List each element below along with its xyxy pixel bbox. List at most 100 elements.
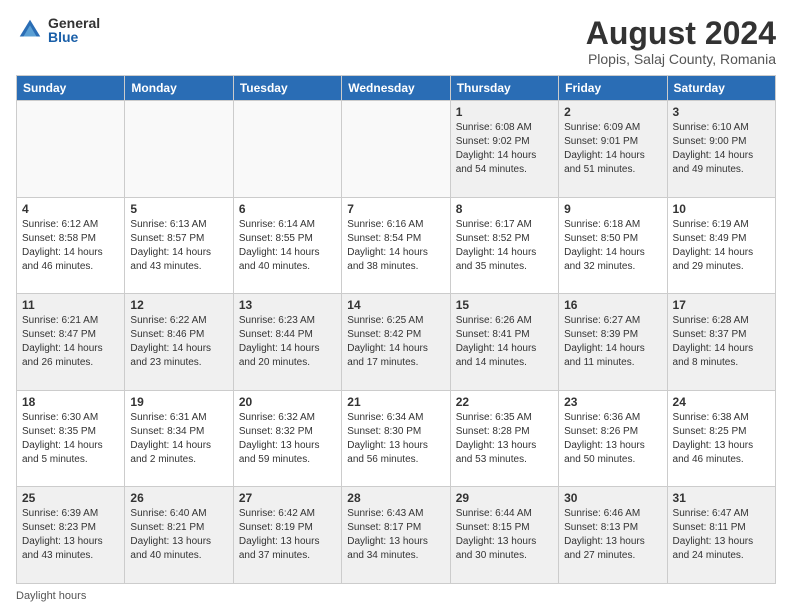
logo-text: General Blue bbox=[48, 16, 100, 44]
day-number: 19 bbox=[130, 395, 227, 409]
calendar-day-cell: 12 Sunrise: 6:22 AMSunset: 8:46 PMDayligh… bbox=[125, 294, 233, 391]
day-info: Sunrise: 6:26 AMSunset: 8:41 PMDaylight:… bbox=[456, 314, 553, 370]
day-info: Sunrise: 6:40 AMSunset: 8:21 PMDaylight:… bbox=[130, 507, 227, 563]
day-number: 22 bbox=[456, 395, 553, 409]
logo: General Blue bbox=[16, 16, 100, 44]
calendar-day-cell: 22Sunrise: 6:35 AMSunset: 8:28 PMDayligh… bbox=[450, 390, 558, 487]
day-number: 14 bbox=[347, 298, 444, 312]
day-info: Sunrise: 6:32 AMSunset: 8:32 PMDaylight:… bbox=[239, 411, 336, 467]
calendar-day-cell: 18 Sunrise: 6:30 AMSunset: 8:35 PMDayligh… bbox=[17, 390, 125, 487]
day-info: Sunrise: 6:42 AMSunset: 8:19 PMDaylight:… bbox=[239, 507, 336, 563]
location: Plopis, Salaj County, Romania bbox=[586, 51, 776, 67]
day-number: 11 bbox=[22, 298, 119, 312]
calendar-day-cell: 9 Sunrise: 6:18 AMSunset: 8:50 PMDaylight… bbox=[559, 197, 667, 294]
calendar-day-cell: 10Sunrise: 6:19 AMSunset: 8:49 PMDayligh… bbox=[667, 197, 775, 294]
day-number: 20 bbox=[239, 395, 336, 409]
day-number: 21 bbox=[347, 395, 444, 409]
month-title: August 2024 bbox=[586, 16, 776, 51]
calendar-day-cell: 17Sunrise: 6:28 AMSunset: 8:37 PMDayligh… bbox=[667, 294, 775, 391]
day-info: Sunrise: 6:30 AMSunset: 8:35 PMDaylight:… bbox=[22, 411, 119, 467]
calendar-day-cell bbox=[17, 101, 125, 198]
calendar: SundayMondayTuesdayWednesdayThursdayFrid… bbox=[16, 75, 776, 584]
calendar-day-cell: 21 Sunrise: 6:34 AMSunset: 8:30 PMDayligh… bbox=[342, 390, 450, 487]
calendar-day-cell: 16Sunrise: 6:27 AMSunset: 8:39 PMDayligh… bbox=[559, 294, 667, 391]
logo-icon bbox=[16, 16, 44, 44]
day-number: 31 bbox=[673, 491, 770, 505]
title-section: August 2024 Plopis, Salaj County, Romani… bbox=[586, 16, 776, 67]
day-info: Sunrise: 6:18 AMSunset: 8:50 PMDaylight:… bbox=[564, 218, 661, 274]
day-number: 12 bbox=[130, 298, 227, 312]
calendar-week-row: 1Sunrise: 6:08 AMSunset: 9:02 PMDaylight… bbox=[17, 101, 776, 198]
day-info: Sunrise: 6:09 AMSunset: 9:01 PMDaylight:… bbox=[564, 121, 661, 177]
day-info: Sunrise: 6:13 AMSunset: 8:57 PMDaylight:… bbox=[130, 218, 227, 274]
calendar-day-cell: 5 Sunrise: 6:13 AMSunset: 8:57 PMDaylight… bbox=[125, 197, 233, 294]
calendar-day-cell: 27 Sunrise: 6:42 AMSunset: 8:19 PMDayligh… bbox=[233, 487, 341, 584]
calendar-day-cell: 7Sunrise: 6:16 AMSunset: 8:54 PMDaylight… bbox=[342, 197, 450, 294]
day-info: Sunrise: 6:23 AMSunset: 8:44 PMDaylight:… bbox=[239, 314, 336, 370]
header: General Blue August 2024 Plopis, Salaj C… bbox=[16, 16, 776, 67]
calendar-day-header: Monday bbox=[125, 76, 233, 101]
logo-general: General bbox=[48, 16, 100, 30]
day-info: Sunrise: 6:12 AMSunset: 8:58 PMDaylight:… bbox=[22, 218, 119, 274]
day-info: Sunrise: 6:27 AMSunset: 8:39 PMDaylight:… bbox=[564, 314, 661, 370]
calendar-day-cell: 1Sunrise: 6:08 AMSunset: 9:02 PMDaylight… bbox=[450, 101, 558, 198]
day-number: 26 bbox=[130, 491, 227, 505]
day-number: 5 bbox=[130, 202, 227, 216]
calendar-week-row: 18 Sunrise: 6:30 AMSunset: 8:35 PMDayligh… bbox=[17, 390, 776, 487]
calendar-day-header: Sunday bbox=[17, 76, 125, 101]
day-number: 15 bbox=[456, 298, 553, 312]
calendar-day-cell bbox=[125, 101, 233, 198]
calendar-day-cell: 11 Sunrise: 6:21 AMSunset: 8:47 PMDayligh… bbox=[17, 294, 125, 391]
calendar-day-cell bbox=[342, 101, 450, 198]
day-number: 23 bbox=[564, 395, 661, 409]
calendar-day-header: Saturday bbox=[667, 76, 775, 101]
day-info: Sunrise: 6:34 AMSunset: 8:30 PMDaylight:… bbox=[347, 411, 444, 467]
day-number: 9 bbox=[564, 202, 661, 216]
calendar-day-cell: 2 Sunrise: 6:09 AMSunset: 9:01 PMDaylight… bbox=[559, 101, 667, 198]
day-info: Sunrise: 6:39 AMSunset: 8:23 PMDaylight:… bbox=[22, 507, 119, 563]
calendar-day-header: Friday bbox=[559, 76, 667, 101]
day-info: Sunrise: 6:28 AMSunset: 8:37 PMDaylight:… bbox=[673, 314, 770, 370]
calendar-day-cell: 31 Sunrise: 6:47 AMSunset: 8:11 PMDayligh… bbox=[667, 487, 775, 584]
calendar-day-cell: 6 Sunrise: 6:14 AMSunset: 8:55 PMDaylight… bbox=[233, 197, 341, 294]
calendar-day-cell: 28Sunrise: 6:43 AMSunset: 8:17 PMDayligh… bbox=[342, 487, 450, 584]
day-number: 27 bbox=[239, 491, 336, 505]
calendar-day-cell: 26 Sunrise: 6:40 AMSunset: 8:21 PMDayligh… bbox=[125, 487, 233, 584]
calendar-day-cell: 15 Sunrise: 6:26 AMSunset: 8:41 PMDayligh… bbox=[450, 294, 558, 391]
calendar-header-row: SundayMondayTuesdayWednesdayThursdayFrid… bbox=[17, 76, 776, 101]
calendar-day-cell: 4Sunrise: 6:12 AMSunset: 8:58 PMDaylight… bbox=[17, 197, 125, 294]
calendar-day-cell: 13 Sunrise: 6:23 AMSunset: 8:44 PMDayligh… bbox=[233, 294, 341, 391]
day-number: 25 bbox=[22, 491, 119, 505]
day-info: Sunrise: 6:44 AMSunset: 8:15 PMDaylight:… bbox=[456, 507, 553, 563]
day-info: Sunrise: 6:14 AMSunset: 8:55 PMDaylight:… bbox=[239, 218, 336, 274]
day-info: Sunrise: 6:47 AMSunset: 8:11 PMDaylight:… bbox=[673, 507, 770, 563]
logo-blue: Blue bbox=[48, 30, 100, 44]
day-number: 1 bbox=[456, 105, 553, 119]
day-number: 18 bbox=[22, 395, 119, 409]
day-number: 13 bbox=[239, 298, 336, 312]
day-number: 28 bbox=[347, 491, 444, 505]
calendar-week-row: 4Sunrise: 6:12 AMSunset: 8:58 PMDaylight… bbox=[17, 197, 776, 294]
calendar-day-header: Tuesday bbox=[233, 76, 341, 101]
day-info: Sunrise: 6:46 AMSunset: 8:13 PMDaylight:… bbox=[564, 507, 661, 563]
day-info: Sunrise: 6:16 AMSunset: 8:54 PMDaylight:… bbox=[347, 218, 444, 274]
calendar-day-cell: 14 Sunrise: 6:25 AMSunset: 8:42 PMDayligh… bbox=[342, 294, 450, 391]
day-info: Sunrise: 6:21 AMSunset: 8:47 PMDaylight:… bbox=[22, 314, 119, 370]
day-number: 2 bbox=[564, 105, 661, 119]
day-info: Sunrise: 6:22 AMSunset: 8:46 PMDaylight:… bbox=[130, 314, 227, 370]
day-info: Sunrise: 6:10 AMSunset: 9:00 PMDaylight:… bbox=[673, 121, 770, 177]
day-info: Sunrise: 6:17 AMSunset: 8:52 PMDaylight:… bbox=[456, 218, 553, 274]
calendar-day-header: Thursday bbox=[450, 76, 558, 101]
day-info: Sunrise: 6:25 AMSunset: 8:42 PMDaylight:… bbox=[347, 314, 444, 370]
calendar-day-cell: 30Sunrise: 6:46 AMSunset: 8:13 PMDayligh… bbox=[559, 487, 667, 584]
page: General Blue August 2024 Plopis, Salaj C… bbox=[0, 0, 792, 612]
day-number: 29 bbox=[456, 491, 553, 505]
day-info: Sunrise: 6:31 AMSunset: 8:34 PMDaylight:… bbox=[130, 411, 227, 467]
calendar-day-cell: 24Sunrise: 6:38 AMSunset: 8:25 PMDayligh… bbox=[667, 390, 775, 487]
calendar-day-cell bbox=[233, 101, 341, 198]
calendar-week-row: 11 Sunrise: 6:21 AMSunset: 8:47 PMDayligh… bbox=[17, 294, 776, 391]
footer: Daylight hours bbox=[16, 590, 776, 602]
day-number: 6 bbox=[239, 202, 336, 216]
day-number: 3 bbox=[673, 105, 770, 119]
calendar-week-row: 25 Sunrise: 6:39 AMSunset: 8:23 PMDayligh… bbox=[17, 487, 776, 584]
